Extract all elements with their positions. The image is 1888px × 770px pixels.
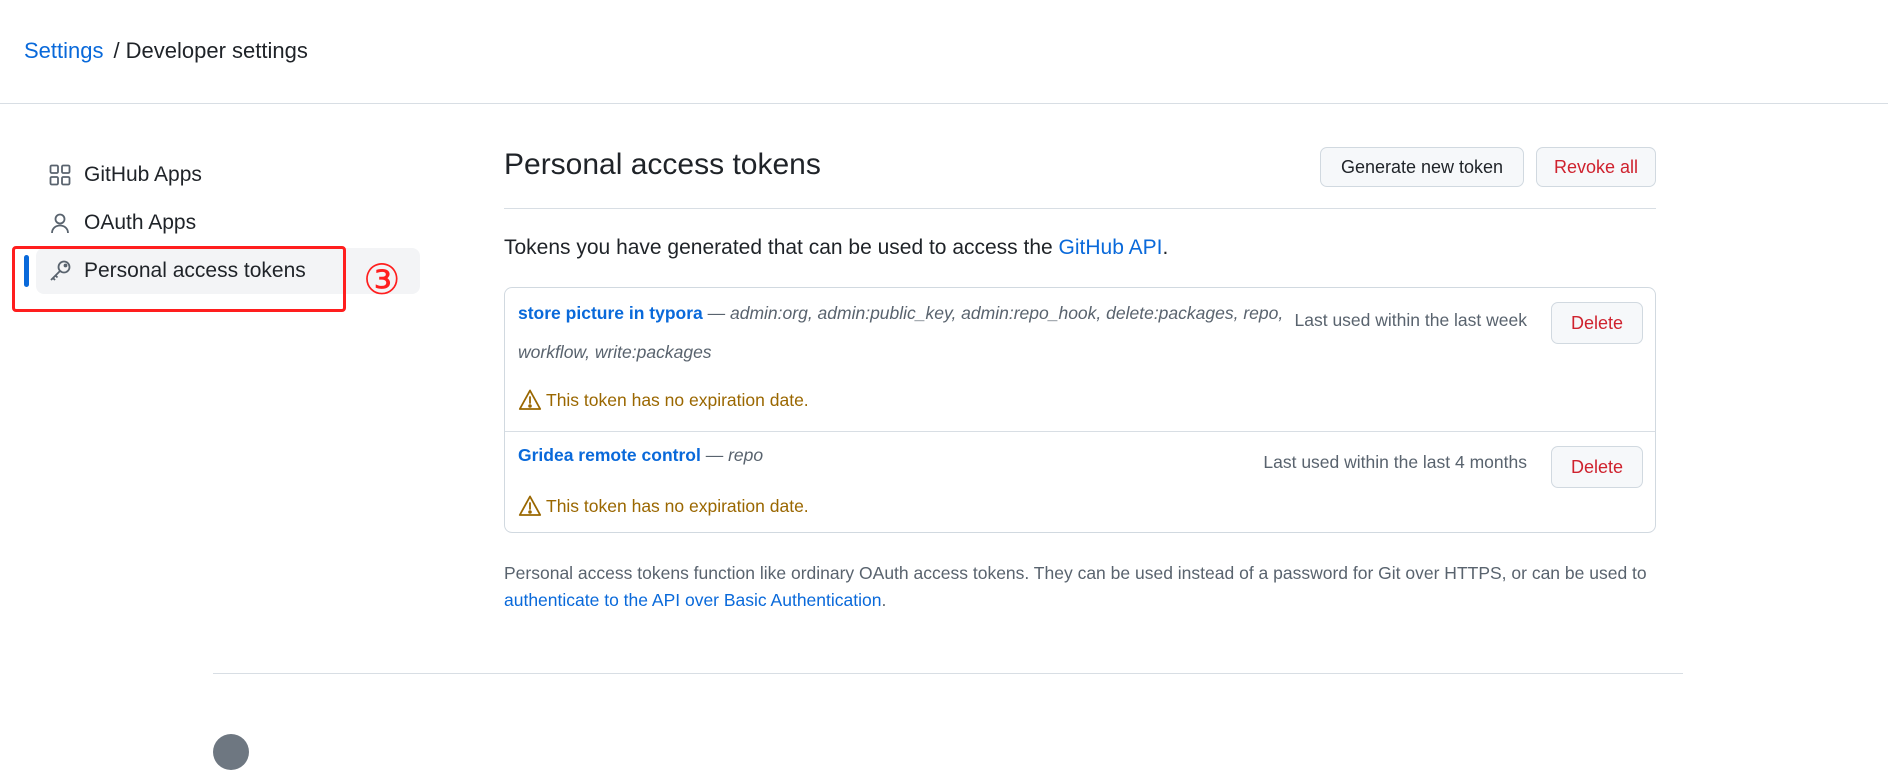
token-description: store picture in typora — admin:org, adm… [518, 294, 1288, 372]
github-api-link[interactable]: GitHub API [1059, 236, 1163, 259]
token-last-used: Last used within the last 4 months [1263, 452, 1527, 472]
person-icon [51, 213, 69, 234]
annotation-highlight-box [12, 246, 346, 312]
alert-icon [518, 389, 542, 410]
expiration-warning: This token has no expiration date. [518, 494, 809, 518]
token-last-used: Last used within the last week [1294, 310, 1528, 330]
expiration-warning: This token has no expiration date. [518, 388, 809, 412]
page-header: Settings / Developer settings [0, 0, 1888, 104]
token-name-link[interactable]: store picture in typora [518, 303, 703, 323]
token-row: Gridea remote control — repo Last used w… [505, 432, 1655, 532]
delete-token-button[interactable]: Delete [1551, 446, 1643, 488]
footnote-text: Personal access tokens function like ord… [504, 560, 1664, 614]
token-scopes: repo [728, 445, 764, 465]
token-dash: — [700, 445, 729, 465]
alert-icon [518, 495, 542, 516]
generate-new-token-button[interactable]: Generate new token [1320, 147, 1524, 187]
intro-text: Tokens you have generated that can be us… [504, 236, 1168, 260]
breadcrumb-separator: / [113, 38, 120, 63]
delete-token-button[interactable]: Delete [1551, 302, 1643, 344]
intro-text-body: Tokens you have generated that can be us… [504, 236, 1059, 259]
expiration-warning-text: This token has no expiration date. [546, 495, 809, 516]
page-title: Personal access tokens [504, 148, 821, 181]
basic-auth-link[interactable]: authenticate to the API over Basic Authe… [504, 590, 881, 610]
intro-text-end: . [1162, 236, 1169, 259]
breadcrumb-settings-link[interactable]: Settings [24, 38, 104, 63]
footnote-body: Personal access tokens function like ord… [504, 563, 1647, 583]
sidebar-item-github-apps[interactable]: GitHub Apps [36, 152, 420, 198]
breadcrumb-current: Developer settings [125, 38, 308, 63]
sidebar-item-label: OAuth Apps [84, 211, 197, 234]
token-name-link[interactable]: Gridea remote control [518, 445, 701, 465]
github-logo-icon[interactable] [213, 734, 249, 770]
annotation-step-number: ③ [363, 256, 401, 303]
content-header: Personal access tokens Generate new toke… [504, 146, 1656, 209]
revoke-all-button[interactable]: Revoke all [1536, 147, 1656, 187]
sidebar-item-oauth-apps[interactable]: OAuth Apps [36, 200, 420, 246]
sidebar-item-label: GitHub Apps [84, 163, 202, 186]
token-dash: — [702, 303, 730, 323]
main-content: Personal access tokens Generate new toke… [504, 146, 1656, 610]
apps-icon [49, 164, 71, 186]
token-description: Gridea remote control — repo [518, 436, 1288, 475]
footer-divider [213, 673, 1683, 674]
breadcrumb: Settings / Developer settings [24, 38, 308, 64]
token-row: store picture in typora — admin:org, adm… [505, 288, 1655, 432]
token-list: store picture in typora — admin:org, adm… [504, 287, 1656, 533]
expiration-warning-text: This token has no expiration date. [546, 389, 809, 410]
footnote-end: . [881, 590, 887, 610]
